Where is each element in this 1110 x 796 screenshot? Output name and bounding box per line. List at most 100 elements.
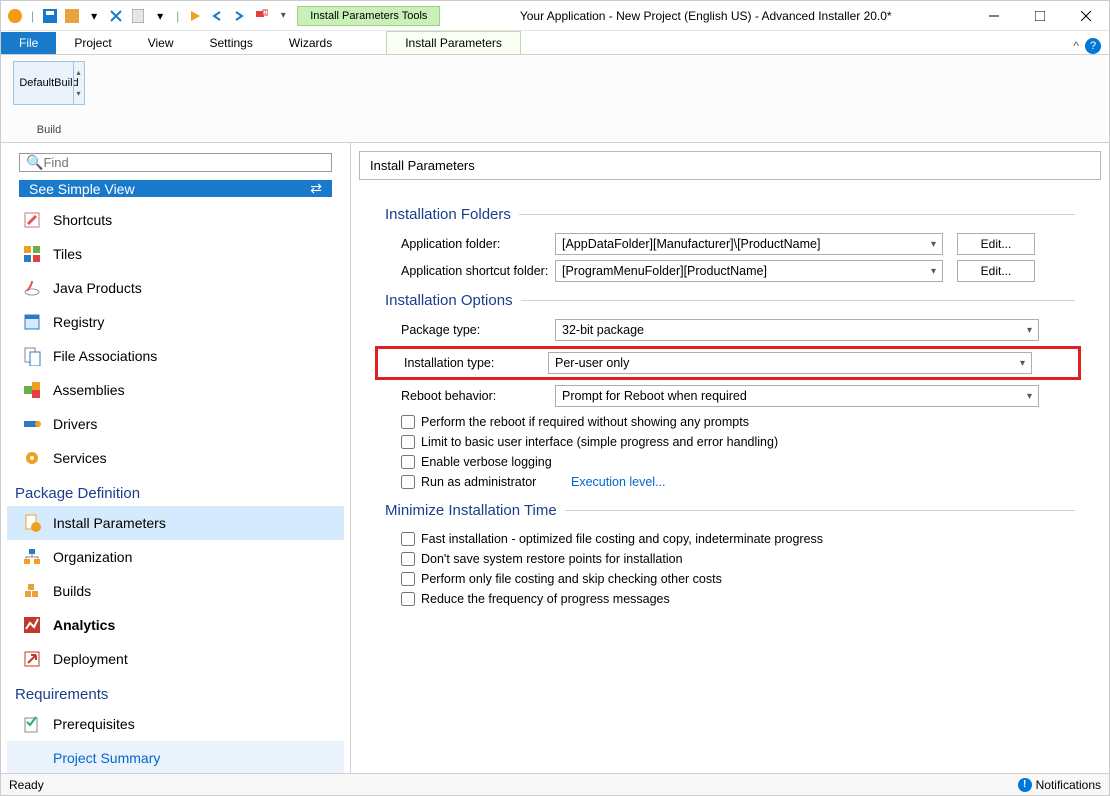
sidebar-item-assemblies[interactable]: Assemblies (7, 373, 344, 407)
tab-view[interactable]: View (130, 32, 192, 54)
sidebar-item-label: Builds (53, 583, 91, 599)
build-up[interactable]: ▴ (73, 62, 83, 83)
summary-icon (21, 747, 43, 769)
window-title: Your Application - New Project (English … (440, 9, 971, 23)
status-text: Ready (9, 778, 44, 792)
sidebar-item-install-parameters[interactable]: Install Parameters (7, 506, 344, 540)
check-run-admin[interactable] (401, 475, 415, 489)
search-box[interactable]: 🔍 (19, 153, 332, 172)
run-icon[interactable] (187, 8, 203, 24)
sidebar-item-builds[interactable]: Builds (7, 574, 344, 608)
sidebar-item-java[interactable]: Java Products (7, 271, 344, 305)
shortcut-folder-combo[interactable]: [ProgramMenuFolder][ProductName]▾ (555, 260, 943, 282)
save-icon[interactable] (42, 8, 58, 24)
assemblies-icon (21, 379, 43, 401)
sidebar-item-label: File Associations (53, 348, 157, 364)
back-icon[interactable] (209, 8, 225, 24)
sidebar-item-label: Java Products (53, 280, 142, 296)
check-verbose[interactable] (401, 455, 415, 469)
chevron-down-icon: ▾ (1027, 391, 1032, 402)
sidebar-item-project-summary[interactable]: Project Summary (7, 741, 344, 773)
install-params-icon (21, 512, 43, 534)
build-down[interactable]: ▾ (73, 83, 83, 104)
maximize-button[interactable] (1017, 1, 1063, 31)
execution-level-link[interactable]: Execution level... (571, 475, 666, 489)
help-icon[interactable]: ? (1085, 38, 1101, 54)
default-build-label: DefaultBuild (19, 77, 78, 89)
chevron-down-icon: ▾ (1020, 358, 1025, 369)
panel-title: Install Parameters (359, 151, 1101, 180)
sidebar-item-organization[interactable]: Organization (7, 540, 344, 574)
contextual-tool-tab[interactable]: Install Parameters Tools (297, 6, 440, 26)
sidebar-item-label: Services (53, 450, 107, 466)
sidebar-item-drivers[interactable]: Drivers (7, 407, 344, 441)
section-package-definition: Package Definition (7, 475, 344, 506)
sidebar-item-label: Prerequisites (53, 716, 135, 732)
edit-shortcut-folder-button[interactable]: Edit... (957, 260, 1035, 282)
edit-app-folder-button[interactable]: Edit... (957, 233, 1035, 255)
sidebar-item-analytics[interactable]: Analytics (7, 608, 344, 642)
check-no-restore-label: Don't save system restore points for ins… (421, 552, 683, 566)
tab-settings[interactable]: Settings (192, 32, 271, 54)
tab-project[interactable]: Project (56, 32, 129, 54)
check-fast-install[interactable] (401, 532, 415, 546)
package-type-combo[interactable]: 32-bit package ▾ (555, 319, 1039, 341)
group-installation-options: Installation Options (385, 292, 513, 309)
tab-wizards[interactable]: Wizards (271, 32, 350, 54)
forward-icon[interactable] (231, 8, 247, 24)
sidebar-item-deployment[interactable]: Deployment (7, 642, 344, 676)
section-requirements: Requirements (7, 676, 344, 707)
app-folder-value: [AppDataFolder][Manufacturer]\[ProductNa… (562, 237, 820, 251)
sidebar-item-label: Project Summary (53, 750, 160, 766)
check-reboot-silent-label: Perform the reboot if required without s… (421, 415, 749, 429)
tab-install-parameters[interactable]: Install Parameters (386, 31, 521, 54)
search-icon: 🔍 (26, 154, 43, 171)
check-no-restore[interactable] (401, 552, 415, 566)
analytics-icon (21, 614, 43, 636)
minimize-button[interactable] (971, 1, 1017, 31)
installation-type-label: Installation type: (378, 356, 548, 370)
see-simple-view-button[interactable]: See Simple View ⇄ (19, 180, 332, 197)
check-file-costing[interactable] (401, 572, 415, 586)
search-input[interactable] (43, 155, 325, 170)
cut-icon[interactable] (108, 8, 124, 24)
installation-type-combo[interactable]: Per-user only▾ (548, 352, 1032, 374)
sidebar-item-registry[interactable]: Registry (7, 305, 344, 339)
prerequisites-icon (21, 713, 43, 735)
check-basic-ui[interactable] (401, 435, 415, 449)
check-reduce-freq[interactable] (401, 592, 415, 606)
registry-icon (21, 311, 43, 333)
check-run-admin-label: Run as administrator (421, 475, 565, 489)
collapse-ribbon-icon[interactable]: ^ (1073, 39, 1079, 53)
notifications-label: Notifications (1036, 778, 1101, 792)
package-type-value: 32-bit package (562, 323, 644, 337)
reboot-behavior-label: Reboot behavior: (385, 389, 555, 403)
builds-icon (21, 580, 43, 602)
sidebar-item-file-assoc[interactable]: File Associations (7, 339, 344, 373)
notifications-button[interactable]: !Notifications (1018, 778, 1101, 792)
sidebar-item-label: Tiles (53, 246, 82, 262)
build-icon[interactable] (64, 8, 80, 24)
chevron-down-icon: ▾ (1027, 325, 1032, 336)
dropdown-icon[interactable]: ▾ (152, 8, 168, 24)
app-folder-combo[interactable]: [AppDataFolder][Manufacturer]\[ProductNa… (555, 233, 943, 255)
check-reboot-silent[interactable] (401, 415, 415, 429)
sidebar-item-services[interactable]: Services (7, 441, 344, 475)
dash-icon[interactable]: ▾ (86, 8, 102, 24)
sidebar-item-prerequisites[interactable]: Prerequisites (7, 707, 344, 741)
tab-file[interactable]: File (1, 32, 56, 54)
page-icon[interactable] (130, 8, 146, 24)
qat-more-icon[interactable]: ▾ (275, 8, 291, 24)
flag-icon[interactable]: 1 (253, 8, 269, 24)
shortcut-folder-value: [ProgramMenuFolder][ProductName] (562, 264, 767, 278)
shortcut-icon (21, 209, 43, 231)
group-installation-folders: Installation Folders (385, 206, 511, 223)
sidebar-item-shortcuts[interactable]: Shortcuts (7, 203, 344, 237)
close-button[interactable] (1063, 1, 1109, 31)
reboot-behavior-combo[interactable]: Prompt for Reboot when required▾ (555, 385, 1039, 407)
sidebar-item-tiles[interactable]: Tiles (7, 237, 344, 271)
package-type-label: Package type: (385, 323, 555, 337)
default-build-selector[interactable]: DefaultBuild ▴▾ (13, 61, 85, 105)
svg-text:1: 1 (264, 10, 267, 16)
swap-icon: ⇄ (310, 180, 322, 197)
